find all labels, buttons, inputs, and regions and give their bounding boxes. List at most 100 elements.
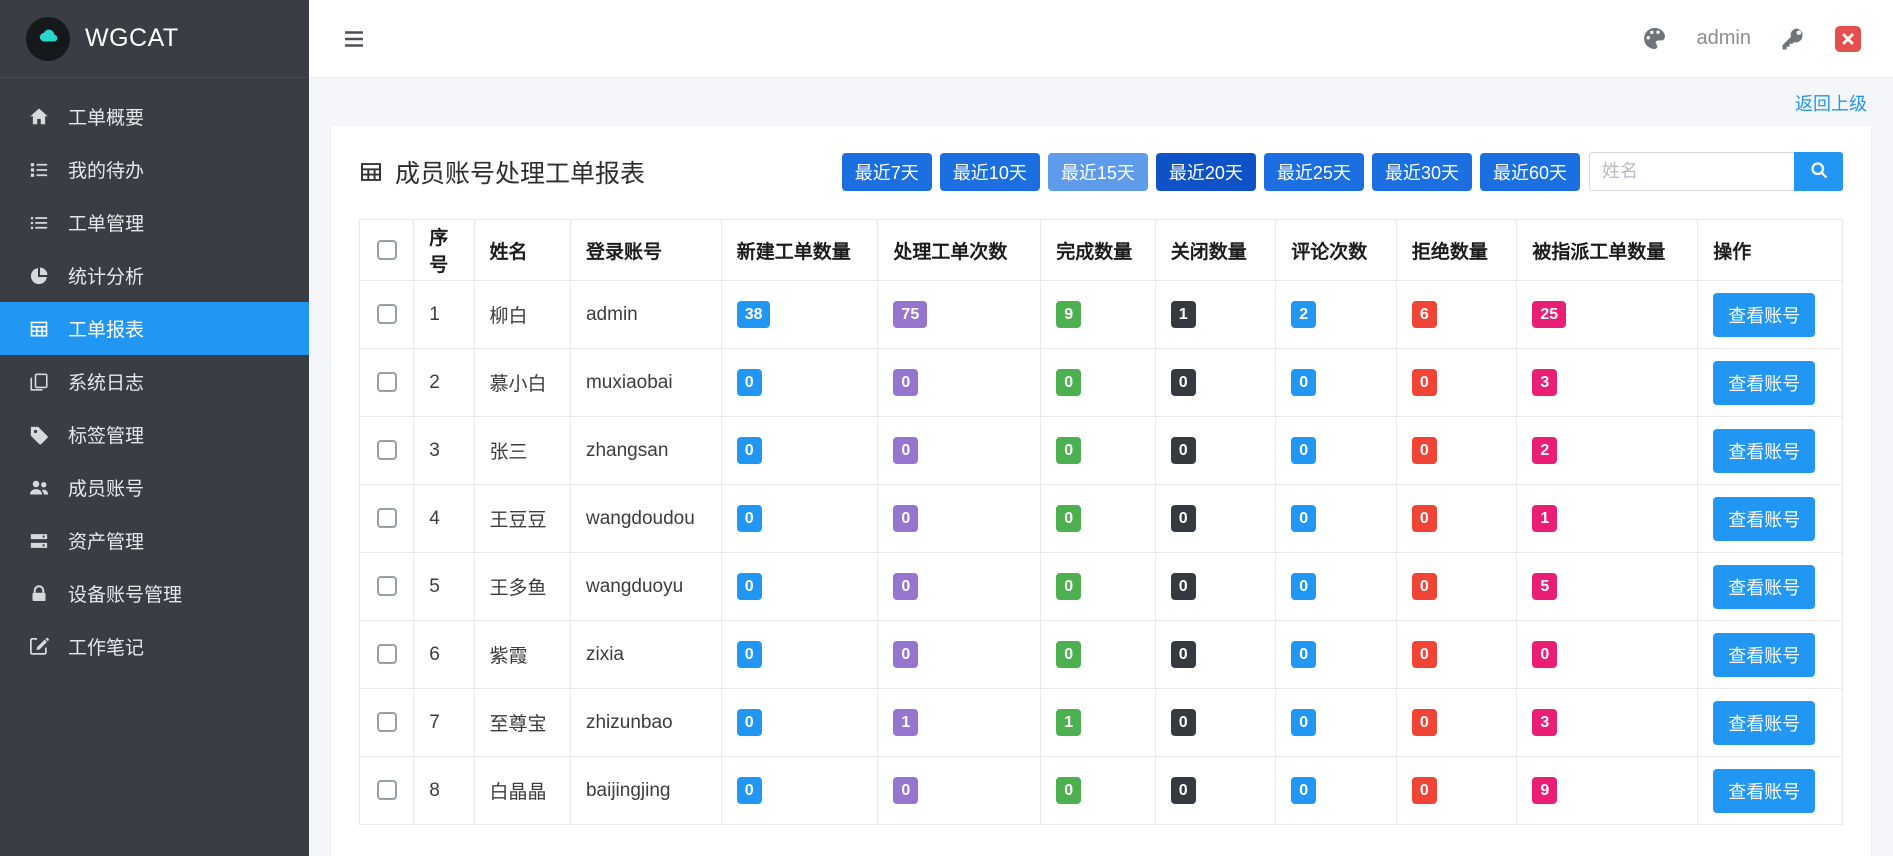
filter-button-last-20-days[interactable]: 最近20天: [1155, 152, 1256, 191]
filter-button-last-25-days[interactable]: 最近25天: [1263, 152, 1364, 191]
lock-icon: [26, 584, 52, 604]
view-account-button[interactable]: 查看账号: [1713, 564, 1816, 609]
search-input[interactable]: [1589, 152, 1794, 191]
cell-count: 5: [1516, 552, 1699, 621]
menu-toggle-icon[interactable]: [341, 26, 367, 52]
logo-area: WGCAT: [0, 0, 309, 78]
tag-icon: [26, 425, 52, 445]
filter-button-last-60-days[interactable]: 最近60天: [1479, 152, 1580, 191]
cell-count: 0: [1395, 620, 1518, 689]
report-card: 成员账号处理工单报表 最近7天 最近10天 最近15天 最近20天 最近25天 最近30天…: [331, 126, 1871, 856]
filter-buttons: 最近7天 最近10天 最近15天 最近20天 最近25天 最近30天 最近60天: [841, 152, 1580, 191]
users-icon: [26, 478, 52, 498]
count-badge: 0: [1170, 504, 1196, 533]
sidebar-item-work-order-report[interactable]: 工单报表: [0, 302, 309, 355]
view-account-button[interactable]: 查看账号: [1713, 292, 1816, 337]
cell-count: 0: [1275, 756, 1397, 825]
count-badge: 0: [893, 572, 919, 601]
cell-account: baijingjing: [569, 756, 722, 825]
row-checkbox[interactable]: [376, 712, 397, 733]
sidebar-item-system-log[interactable]: 系统日志: [0, 355, 309, 408]
count-badge: 0: [1056, 436, 1082, 465]
sidebar-item-device-account-management[interactable]: 设备账号管理: [0, 567, 309, 620]
filter-button-last-30-days[interactable]: 最近30天: [1371, 152, 1472, 191]
row-checkbox-cell: [358, 484, 415, 553]
current-username: admin: [1696, 27, 1751, 49]
column-header-10: 操作: [1697, 219, 1843, 281]
count-badge: 0: [1291, 640, 1317, 669]
cell-count: 0: [1395, 484, 1518, 553]
filter-button-last-15-days[interactable]: 最近15天: [1047, 152, 1148, 191]
count-badge: 0: [893, 776, 919, 805]
cell-count: 1: [1516, 484, 1699, 553]
count-badge: 0: [1170, 708, 1196, 737]
sidebar-item-work-order-summary[interactable]: 工单概要: [0, 90, 309, 143]
sidebar-item-statistics-analysis[interactable]: 统计分析: [0, 249, 309, 302]
view-account-button[interactable]: 查看账号: [1713, 428, 1816, 473]
password-key-icon[interactable]: [1781, 27, 1805, 51]
row-checkbox[interactable]: [376, 304, 397, 325]
row-checkbox-cell: [358, 688, 415, 757]
sidebar-item-work-order-management[interactable]: 工单管理: [0, 196, 309, 249]
app-logo: [26, 16, 70, 61]
sidebar-item-tag-management[interactable]: 标签管理: [0, 408, 309, 461]
view-account-button[interactable]: 查看账号: [1713, 768, 1816, 813]
cell-count: 0: [1275, 484, 1397, 553]
column-header-4: 处理工单次数: [877, 219, 1042, 281]
filter-button-last-7-days[interactable]: 最近7天: [841, 152, 932, 191]
column-header-1: 姓名: [473, 219, 571, 281]
cell-count: 0: [720, 620, 879, 689]
row-checkbox[interactable]: [376, 440, 397, 461]
cell-count: 0: [1516, 620, 1699, 689]
logout-icon[interactable]: [1835, 25, 1861, 52]
sidebar-item-label: 资产管理: [68, 532, 145, 553]
sidebar-item-label: 工单概要: [68, 108, 145, 129]
cell-count: 0: [1154, 756, 1277, 825]
sidebar-item-label: 成员账号: [68, 479, 145, 500]
search-button[interactable]: [1794, 152, 1843, 191]
cell-count: 0: [877, 348, 1042, 417]
cell-account: wangduoyu: [569, 552, 722, 621]
row-checkbox-cell: [358, 348, 415, 417]
row-checkbox-cell: [358, 280, 415, 349]
sidebar-item-my-todo[interactable]: 我的待办: [0, 143, 309, 196]
cell-count: 0: [720, 756, 879, 825]
count-badge: 0: [1170, 368, 1196, 397]
row-checkbox[interactable]: [376, 644, 397, 665]
column-header-6: 关闭数量: [1154, 219, 1277, 281]
row-checkbox[interactable]: [376, 576, 397, 597]
view-account-button[interactable]: 查看账号: [1713, 496, 1816, 541]
cell-actions: 查看账号: [1697, 484, 1843, 553]
count-badge: 9: [1056, 300, 1082, 329]
cell-count: 1: [877, 688, 1042, 757]
sidebar-item-work-notes[interactable]: 工作笔记: [0, 620, 309, 673]
cell-name: 慕小白: [473, 348, 571, 417]
sidebar-item-member-accounts[interactable]: 成员账号: [0, 461, 309, 514]
back-to-parent-link[interactable]: 返回上级: [1795, 90, 1867, 116]
cell-count: 3: [1516, 348, 1699, 417]
cell-count: 1: [1154, 280, 1277, 349]
filter-button-last-10-days[interactable]: 最近10天: [939, 152, 1040, 191]
cell-account: zixia: [569, 620, 722, 689]
search-box: [1589, 152, 1843, 191]
table-row: 1 柳白 admin 38 75 9 1 2 6 25 查看账号: [358, 280, 1843, 349]
theme-palette-icon[interactable]: [1642, 26, 1667, 51]
sidebar-item-label: 工单报表: [68, 320, 145, 341]
cell-account: wangdoudou: [569, 484, 722, 553]
table-row: 3 张三 zhangsan 0 0 0 0 0 0 2 查看账号: [358, 416, 1843, 485]
row-checkbox[interactable]: [376, 372, 397, 393]
cell-count: 0: [1154, 552, 1277, 621]
page-title: 成员账号处理工单报表: [359, 154, 645, 190]
count-badge: 0: [1056, 368, 1082, 397]
select-all-checkbox[interactable]: [376, 239, 397, 260]
view-account-button[interactable]: 查看账号: [1713, 632, 1816, 677]
cell-count: 0: [720, 416, 879, 485]
cell-account: zhizunbao: [569, 688, 722, 757]
report-table: 序号 姓名 登录账号 新建工单数量 处理工单次数 完成数量 关闭数量 评论次数 拒绝数量 被指派工…: [358, 219, 1843, 825]
view-account-button[interactable]: 查看账号: [1713, 360, 1816, 405]
count-badge: 0: [893, 368, 919, 397]
row-checkbox[interactable]: [376, 780, 397, 801]
sidebar-item-asset-management[interactable]: 资产管理: [0, 514, 309, 567]
row-checkbox[interactable]: [376, 508, 397, 529]
view-account-button[interactable]: 查看账号: [1713, 700, 1816, 745]
